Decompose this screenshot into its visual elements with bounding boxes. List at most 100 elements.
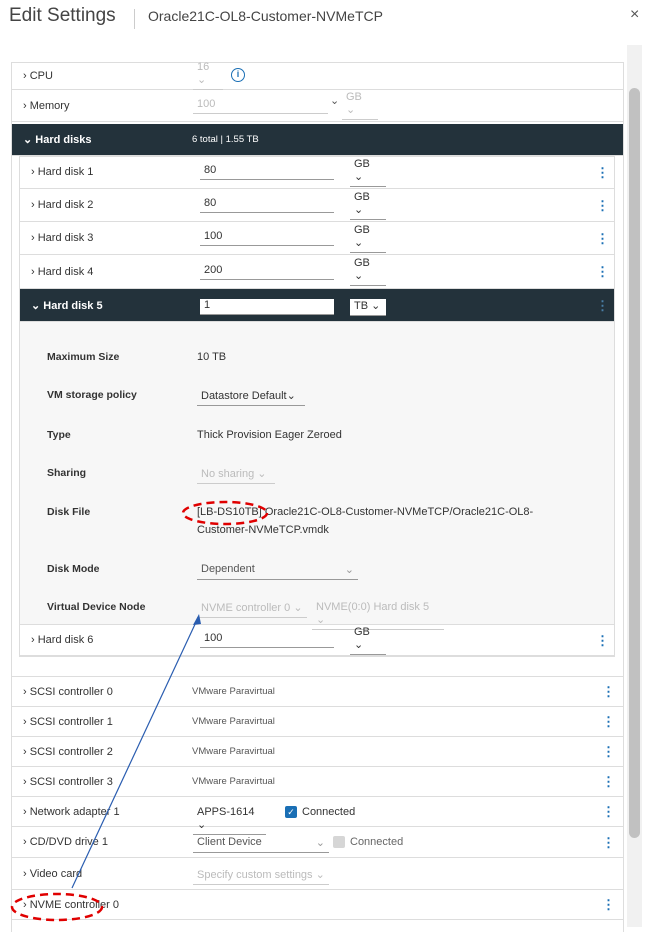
hard-disk-row[interactable]: › Hard disk 4 200 GB ⌄ ⋮ <box>20 255 614 289</box>
type-label: Type <box>47 429 71 441</box>
hard-disk-size-input[interactable]: 100 <box>200 632 334 648</box>
nvme-label-text: NVME controller 0 <box>29 898 119 911</box>
more-options-icon[interactable]: ⋮ <box>596 232 609 245</box>
scsi-controller-row[interactable]: › SCSI controller 3 VMware Paravirtual ⋮ <box>12 767 623 797</box>
hard-disk-label-text: Hard disk 1 <box>37 166 94 178</box>
hard-disk-size-input[interactable]: 80 <box>200 164 334 180</box>
hard-disk-label[interactable]: › Hard disk 6 <box>31 634 93 646</box>
device-label[interactable]: › SCSI controller 1 <box>23 716 113 728</box>
nvme-label[interactable]: › NVME controller 0 <box>23 899 119 911</box>
cd-dvd-label[interactable]: › CD/DVD drive 1 <box>23 836 108 848</box>
device-label[interactable]: › SCSI controller 3 <box>23 776 113 788</box>
dialog-title: Edit Settings <box>9 5 116 26</box>
hard-disks-label-text: Hard disks <box>35 134 92 146</box>
memory-label-text: Memory <box>29 99 70 112</box>
connected-checkbox[interactable] <box>333 836 345 848</box>
more-options-icon[interactable]: ⋮ <box>602 836 615 849</box>
sharing-label: Sharing <box>47 467 87 479</box>
cd-dvd-label-text: CD/DVD drive 1 <box>29 836 108 848</box>
close-button[interactable]: × <box>630 6 639 24</box>
hard-disk-size-input[interactable]: 100 <box>200 230 334 246</box>
more-options-icon[interactable]: ⋮ <box>602 685 615 698</box>
more-options-icon[interactable]: ⋮ <box>602 775 615 788</box>
unit: TB <box>354 300 369 312</box>
hard-disks-label[interactable]: ⌄ Hard disks <box>23 133 92 146</box>
scsi-controller-row[interactable]: › SCSI controller 1 VMware Paravirtual ⋮ <box>12 707 623 737</box>
controller-select[interactable]: NVME controller 0 ⌄ <box>197 601 307 618</box>
network-label[interactable]: › Network adapter 1 <box>23 806 120 818</box>
chevron-down-icon[interactable]: ⌄ <box>330 94 339 107</box>
more-options-icon[interactable]: ⋮ <box>596 199 609 212</box>
video-card-row[interactable]: › Video card Specify custom settings ⌄ <box>12 858 623 890</box>
more-options-icon[interactable]: ⋮ <box>602 898 615 911</box>
device-label[interactable]: › SCSI controller 0 <box>23 686 113 698</box>
hard-disk-label[interactable]: › Hard disk 3 <box>31 232 93 244</box>
hard-disk-label-text: Hard disk 4 <box>37 265 94 278</box>
hard-disk-unit-select[interactable]: TB ⌄ <box>350 299 386 316</box>
hard-disk-unit-select[interactable]: GB ⌄ <box>350 191 386 220</box>
connected-checkbox[interactable]: ✓ <box>285 806 297 818</box>
hard-disk-size-input[interactable]: 1 <box>200 299 334 315</box>
cd-dvd-select[interactable]: Client Device ⌄ <box>193 836 329 853</box>
unit: GB <box>354 190 370 203</box>
video-label-text: Video card <box>29 867 83 880</box>
memory-label[interactable]: › Memory <box>23 100 69 112</box>
hard-disk-size-input[interactable]: 80 <box>200 197 334 213</box>
video-value: Specify custom settings <box>197 869 313 881</box>
disk-mode-label: Disk Mode <box>47 563 100 575</box>
cpu-label[interactable]: › CPU <box>23 70 53 82</box>
more-options-icon[interactable]: ⋮ <box>596 265 609 278</box>
cpu-select[interactable]: 16 ⌄ <box>193 61 223 90</box>
more-options-icon[interactable]: ⋮ <box>596 299 609 312</box>
sharing-select[interactable]: No sharing ⌄ <box>197 467 275 484</box>
hard-disk-label[interactable]: › Hard disk 4 <box>31 266 93 278</box>
more-options-icon[interactable]: ⋮ <box>596 634 609 647</box>
hard-disk-row[interactable]: › Hard disk 6 100 GB ⌄ ⋮ <box>20 624 614 656</box>
cpu-row[interactable]: › CPU 16 ⌄ i <box>12 61 623 90</box>
slot-value: NVME(0:0) Hard disk 5 <box>316 601 430 613</box>
hard-disk-unit-select[interactable]: GB ⌄ <box>350 158 386 187</box>
memory-unit-select[interactable]: GB ⌄ <box>342 91 378 120</box>
hard-disk-size-input[interactable]: 200 <box>200 264 334 280</box>
unit: GB <box>354 257 370 269</box>
cd-dvd-row[interactable]: › CD/DVD drive 1 Client Device ⌄ Connecte… <box>12 827 623 858</box>
more-options-icon[interactable]: ⋮ <box>602 805 615 818</box>
device-value: VMware Paravirtual <box>192 716 275 727</box>
connected-label: Connected <box>302 806 356 818</box>
hard-disk-5-header[interactable]: ⌄ Hard disk 5 1 TB ⌄ ⋮ <box>20 289 614 322</box>
device-value: VMware Paravirtual <box>192 746 275 757</box>
scrollbar-thumb[interactable] <box>629 88 640 838</box>
hard-disks-header[interactable]: ⌄ Hard disks 6 total | 1.55 TB <box>12 124 623 156</box>
hard-disk-unit-select[interactable]: GB ⌄ <box>350 626 386 655</box>
video-label[interactable]: › Video card <box>23 868 82 880</box>
more-options-icon[interactable]: ⋮ <box>602 715 615 728</box>
hard-disk-row[interactable]: › Hard disk 1 80 GB ⌄ ⋮ <box>20 156 614 189</box>
memory-input[interactable]: 100 <box>193 98 328 114</box>
video-select[interactable]: Specify custom settings ⌄ <box>193 868 329 885</box>
hard-disk-unit-select[interactable]: GB ⌄ <box>350 257 386 286</box>
hard-disk-label[interactable]: › Hard disk 2 <box>31 199 93 211</box>
nvme-controller-row[interactable]: › NVME controller 0 ⋮ <box>12 890 623 920</box>
hard-disks-footer <box>12 660 623 677</box>
hard-disk-label-text: Hard disk 5 <box>43 299 103 312</box>
storage-policy-select[interactable]: Datastore Default⌄ <box>197 389 305 406</box>
disk-mode-select[interactable]: Dependent ⌄ <box>197 563 358 580</box>
device-label-text: SCSI controller 0 <box>29 685 113 698</box>
hard-disk-label-text: Hard disk 3 <box>37 232 94 244</box>
hard-disk-row[interactable]: › Hard disk 3 100 GB ⌄ ⋮ <box>20 222 614 255</box>
storage-policy-label: VM storage policy <box>47 389 137 401</box>
hard-disk-unit-select[interactable]: GB ⌄ <box>350 224 386 253</box>
scsi-controller-row[interactable]: › SCSI controller 2 VMware Paravirtual ⋮ <box>12 737 623 767</box>
hard-disk-label[interactable]: › Hard disk 1 <box>31 166 93 178</box>
scsi-controller-row[interactable]: › SCSI controller 0 VMware Paravirtual ⋮ <box>12 677 623 707</box>
network-adapter-row[interactable]: › Network adapter 1 APPS-1614 ⌄ ✓ Connec… <box>12 797 623 835</box>
device-label[interactable]: › SCSI controller 2 <box>23 746 113 758</box>
more-options-icon[interactable]: ⋮ <box>602 745 615 758</box>
info-icon[interactable]: i <box>231 68 245 82</box>
type-value: Thick Provision Eager Zeroed <box>197 429 342 441</box>
hard-disk-row[interactable]: › Hard disk 2 80 GB ⌄ ⋮ <box>20 189 614 222</box>
network-value: APPS-1614 <box>197 806 255 818</box>
memory-row[interactable]: › Memory 100 ⌄ GB ⌄ <box>12 90 623 122</box>
more-options-icon[interactable]: ⋮ <box>596 166 609 179</box>
hard-disk-label[interactable]: ⌄ Hard disk 5 <box>31 299 103 312</box>
